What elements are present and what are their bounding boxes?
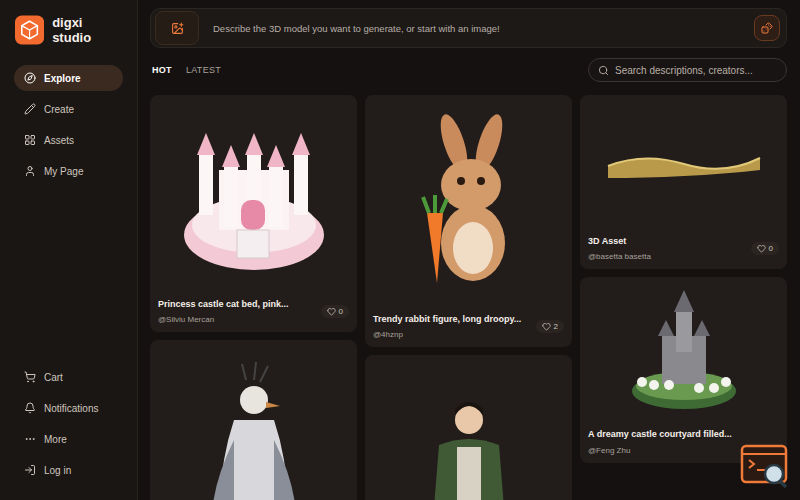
card-creator[interactable]: @basetta basetta — [588, 252, 745, 261]
model-preview — [580, 95, 787, 232]
card-meta: Princess castle cat bed, pink... @Silviu … — [150, 295, 357, 332]
prompt-input[interactable]: Describe the 3D model you want to genera… — [213, 23, 740, 34]
rabbit-model-icon — [409, 113, 529, 293]
nav-icon — [24, 464, 36, 476]
tabs: HOT LATEST — [150, 65, 221, 75]
heart-icon — [542, 322, 551, 331]
model-card[interactable] — [150, 340, 357, 500]
heart-icon — [327, 307, 336, 316]
sidebar-item[interactable]: Log in — [14, 457, 123, 483]
model-card[interactable]: Princess castle cat bed, pink... @Silviu … — [150, 95, 357, 332]
card-creator[interactable]: @Silviu Mercan — [158, 315, 315, 324]
like-button[interactable]: 0 — [321, 305, 349, 318]
sidebar: digxi studio Explore Create Assets My Page Ca… — [0, 0, 138, 500]
nav-list: Explore Create Assets My Page — [14, 65, 123, 184]
model-card[interactable] — [365, 355, 572, 500]
nav-icon — [24, 134, 36, 146]
text-model-icon — [604, 144, 764, 184]
inspect-icon — [740, 444, 790, 490]
nav-icon — [24, 371, 36, 383]
sidebar-item[interactable]: Notifications — [14, 395, 123, 421]
sidebar-item[interactable]: Create — [14, 96, 123, 122]
card-meta: 3D Asset @basetta basetta 0 — [580, 232, 787, 269]
model-card[interactable]: Trendy rabbit figure, long droopy... @4hz… — [365, 95, 572, 347]
castle-garden-model-icon — [624, 286, 744, 416]
model-preview — [580, 277, 787, 425]
heart-icon — [757, 244, 766, 253]
model-card[interactable]: A dreamy castle courtyard filled...@Feng… — [580, 277, 787, 462]
tab[interactable]: HOT — [152, 65, 172, 75]
footer-nav: Cart Notifications More Log in — [14, 364, 123, 483]
sidebar-item[interactable]: Explore — [14, 65, 123, 91]
grid-column: Trendy rabbit figure, long droopy... @4hz… — [365, 95, 572, 500]
random-button[interactable] — [754, 15, 780, 41]
model-grid: Princess castle cat bed, pink... @Silviu … — [150, 95, 787, 500]
main: Describe the 3D model you want to genera… — [138, 0, 800, 500]
castle-model-icon — [179, 115, 329, 275]
help-widget[interactable] — [740, 444, 790, 490]
like-button[interactable]: 2 — [536, 320, 564, 333]
like-button[interactable]: 0 — [751, 242, 779, 255]
sidebar-item[interactable]: More — [14, 426, 123, 452]
sidebar-item[interactable]: My Page — [14, 158, 123, 184]
card-title: A dreamy castle courtyard filled... — [588, 429, 779, 440]
nav-icon — [24, 402, 36, 414]
tab[interactable]: LATEST — [186, 65, 221, 75]
logo-icon — [15, 15, 44, 45]
app: digxi studio Explore Create Assets My Page Ca… — [0, 0, 800, 500]
nav-icon — [24, 433, 36, 445]
card-meta: Trendy rabbit figure, long droopy... @4hz… — [365, 310, 572, 347]
grid-column: 3D Asset @basetta basetta 0 A dreamy castle… — [580, 95, 787, 500]
card-title: 3D Asset — [588, 236, 745, 247]
dice-icon — [761, 22, 773, 34]
nav-icon — [24, 165, 36, 177]
brand[interactable]: digxi studio — [15, 15, 123, 45]
nav-icon — [24, 103, 36, 115]
card-title: Princess castle cat bed, pink... — [158, 299, 315, 310]
soldier-model-icon — [419, 375, 519, 500]
image-upload-button[interactable] — [155, 11, 199, 45]
brand-name: digxi studio — [52, 15, 123, 45]
model-card[interactable]: 3D Asset @basetta basetta 0 — [580, 95, 787, 269]
search-field[interactable]: Search descriptions, creators... — [588, 58, 787, 82]
nav-icon — [24, 72, 36, 84]
prompt-bar: Describe the 3D model you want to genera… — [150, 8, 787, 48]
sidebar-item[interactable]: Cart — [14, 364, 123, 390]
bird-model-icon — [194, 360, 314, 500]
toolbar: HOT LATEST Search descriptions, creators..… — [150, 58, 787, 82]
model-preview — [150, 95, 357, 295]
sidebar-item[interactable]: Assets — [14, 127, 123, 153]
model-preview — [150, 340, 357, 500]
grid-column: Princess castle cat bed, pink... @Silviu … — [150, 95, 357, 500]
search-icon — [598, 65, 609, 76]
card-creator[interactable]: @4hznp — [373, 330, 530, 339]
image-icon — [171, 22, 184, 35]
model-preview — [365, 95, 572, 310]
model-preview — [365, 355, 572, 500]
card-title: Trendy rabbit figure, long droopy... — [373, 314, 530, 325]
